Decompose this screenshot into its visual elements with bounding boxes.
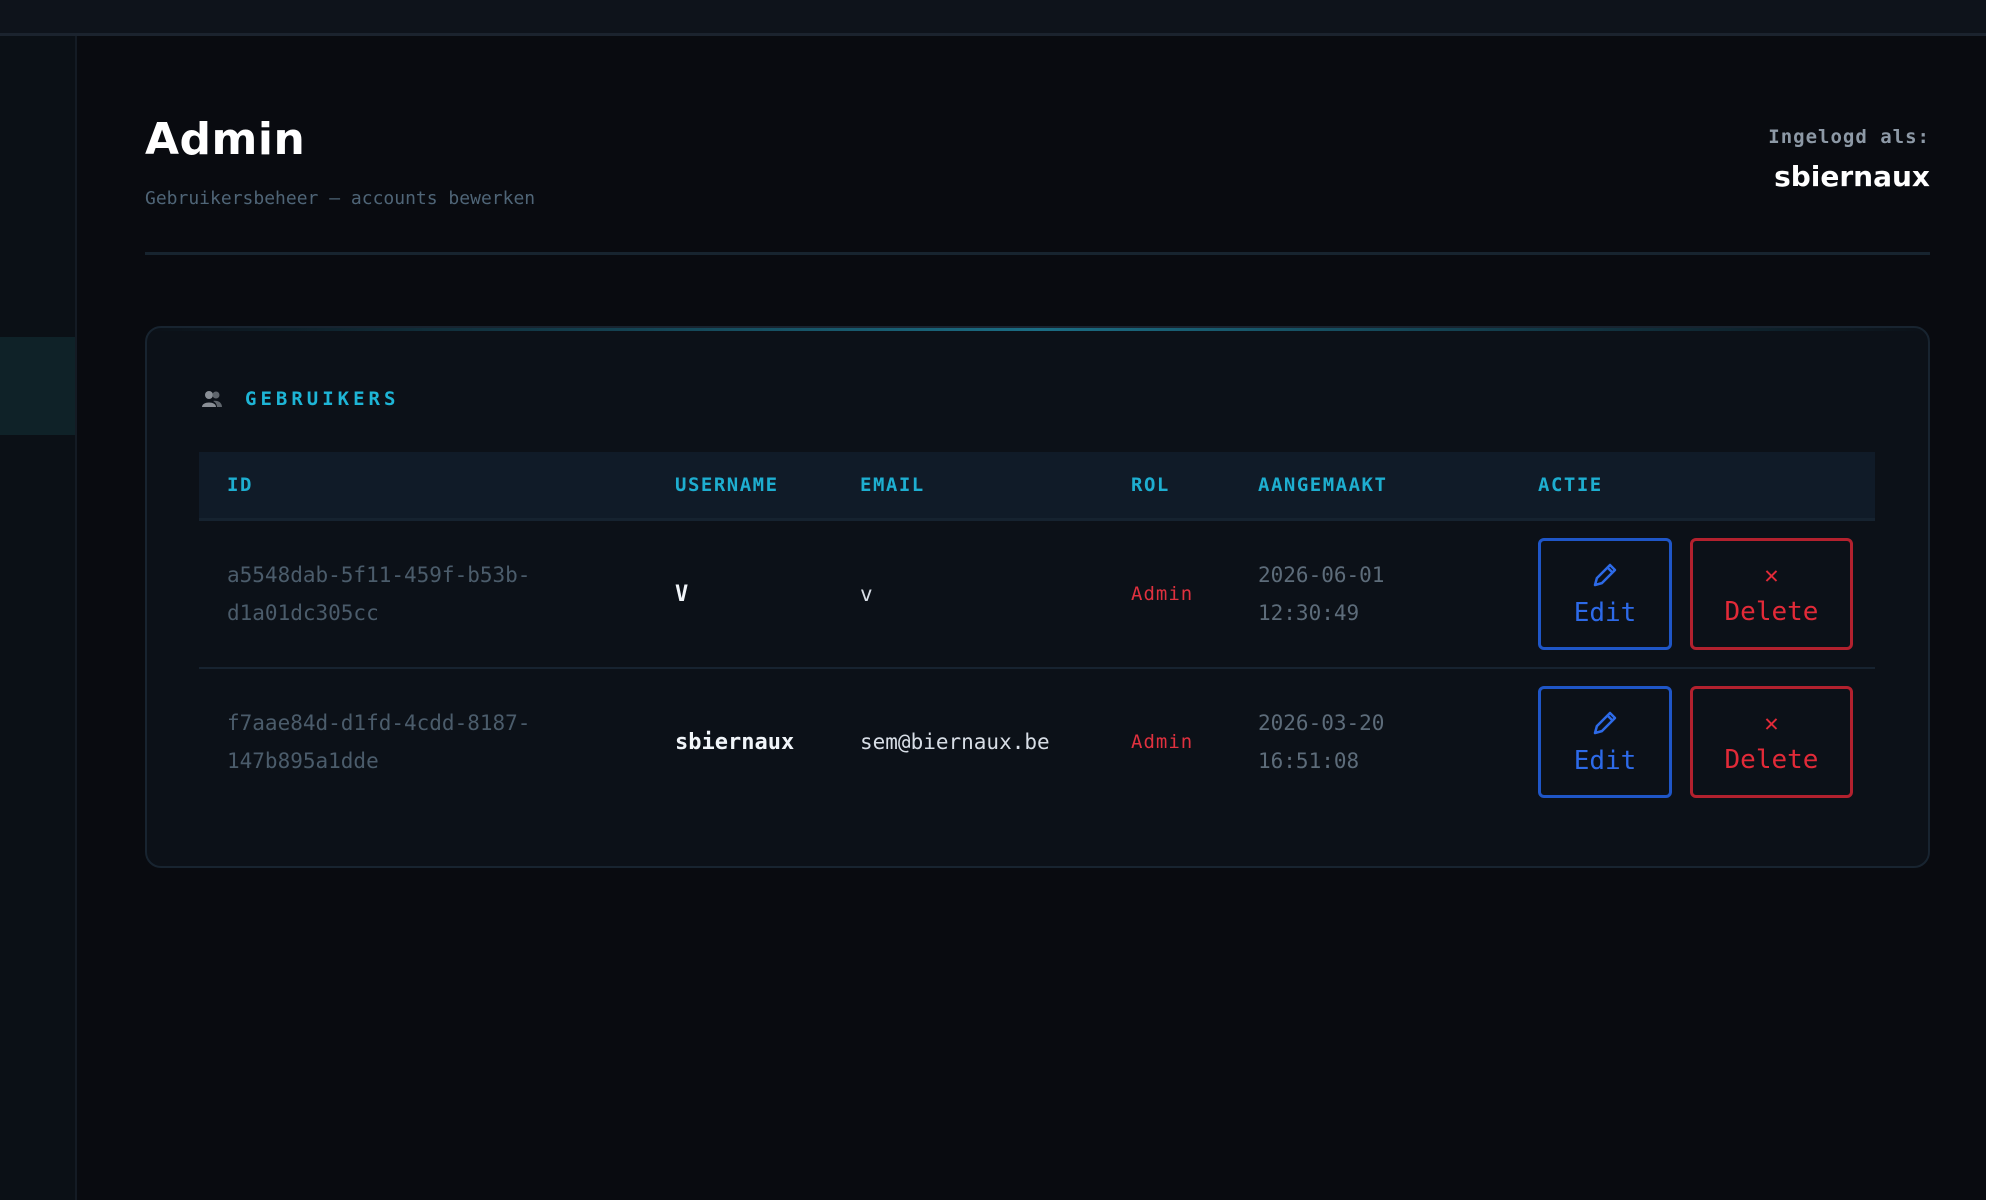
edit-button[interactable]: Edit	[1538, 686, 1672, 798]
sidebar	[0, 36, 77, 1200]
column-header-email: EMAIL	[832, 452, 1103, 521]
logged-in-user: sbiernaux	[1774, 160, 1930, 193]
edit-button-label: Edit	[1573, 746, 1637, 776]
created-time: 16:51:08	[1258, 749, 1360, 773]
user-id-line-2: d1a01dc305cc	[227, 601, 379, 625]
users-table: ID USERNAME EMAIL ROL AANGEMAAKT ACTIE a…	[199, 452, 1875, 815]
pencil-icon	[1593, 563, 1617, 587]
column-header-actions: ACTIE	[1510, 452, 1875, 521]
column-header-username: USERNAME	[647, 452, 832, 521]
logged-in-label: Ingelogd als:	[1768, 126, 1930, 148]
delete-button[interactable]: ✕ Delete	[1690, 686, 1853, 798]
user-id-line-1: f7aae84d-d1fd-4cdd-8187-	[227, 711, 531, 735]
users-section-title: GEBRUIKERS	[245, 388, 400, 410]
row-actions: Edit ✕ Delete	[1538, 538, 1875, 650]
table-header-row: ID USERNAME EMAIL ROL AANGEMAAKT ACTIE	[199, 452, 1875, 521]
edit-button[interactable]: Edit	[1538, 538, 1672, 650]
created-date: 2026-06-01	[1258, 563, 1385, 587]
username-cell: V	[647, 519, 832, 669]
x-icon: ✕	[1764, 561, 1779, 589]
x-icon: ✕	[1764, 709, 1779, 737]
card-glow	[147, 328, 1928, 331]
table-row: f7aae84d-d1fd-4cdd-8187- 147b895a1dde sb…	[199, 668, 1875, 815]
row-actions: Edit ✕ Delete	[1538, 686, 1875, 798]
app-root: Admin Gebruikersbeheer — accounts bewerk…	[0, 0, 2000, 1200]
user-id-cell: a5548dab-5f11-459f-b53b- d1a01dc305cc	[199, 519, 647, 669]
sidebar-item-active[interactable]	[0, 337, 75, 435]
actions-cell: Edit ✕ Delete	[1510, 668, 1875, 815]
pencil-icon	[1593, 711, 1617, 735]
users-icon	[201, 390, 223, 408]
window-edge	[1986, 0, 2000, 1200]
delete-button-label: Delete	[1724, 597, 1819, 627]
email-cell: v	[832, 519, 1103, 669]
header-divider	[145, 252, 1930, 255]
created-cell: 2026-06-01 12:30:49	[1230, 519, 1510, 669]
user-id-cell: f7aae84d-d1fd-4cdd-8187- 147b895a1dde	[199, 668, 647, 815]
user-id-line-1: a5548dab-5f11-459f-b53b-	[227, 563, 531, 587]
table-row: a5548dab-5f11-459f-b53b- d1a01dc305cc V …	[199, 519, 1875, 669]
users-card: GEBRUIKERS ID USERNAME EMAIL ROL AANGEMA…	[145, 326, 1930, 868]
role-cell: Admin	[1103, 519, 1230, 669]
created-cell: 2026-03-20 16:51:08	[1230, 668, 1510, 815]
username-cell: sbiernaux	[675, 729, 795, 755]
user-id-line-2: 147b895a1dde	[227, 749, 379, 773]
role-cell: Admin	[1131, 731, 1194, 753]
top-bar	[0, 0, 1986, 36]
delete-button[interactable]: ✕ Delete	[1690, 538, 1853, 650]
created-date: 2026-03-20	[1258, 711, 1385, 735]
column-header-created: AANGEMAAKT	[1230, 452, 1510, 521]
edit-button-label: Edit	[1573, 598, 1637, 628]
column-header-role: ROL	[1103, 452, 1230, 521]
page-title: Admin	[145, 114, 306, 165]
users-section-header: GEBRUIKERS	[201, 388, 399, 410]
actions-cell: Edit ✕ Delete	[1510, 519, 1875, 669]
delete-button-label: Delete	[1724, 745, 1819, 775]
page-subtitle: Gebruikersbeheer — accounts bewerken	[145, 188, 536, 209]
column-header-id: ID	[199, 452, 647, 521]
created-time: 12:30:49	[1258, 601, 1360, 625]
email-cell: sem@biernaux.be	[860, 730, 1050, 754]
